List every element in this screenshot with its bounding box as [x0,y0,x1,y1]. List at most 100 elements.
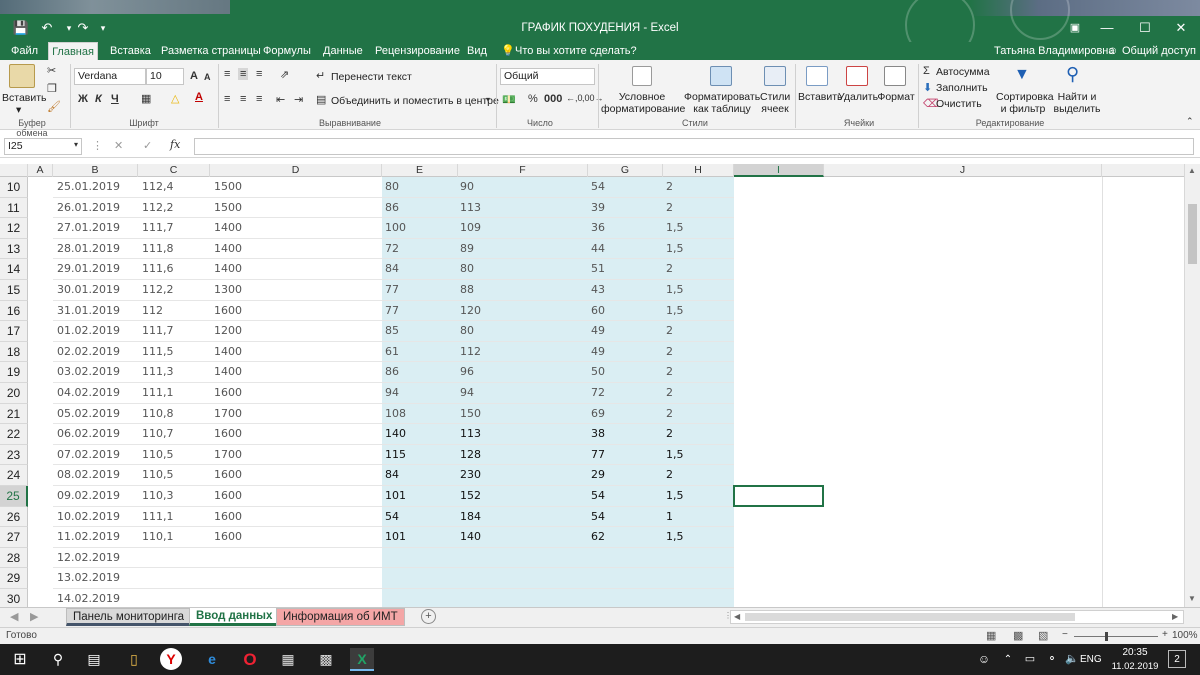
col-header-b[interactable]: B [53,164,138,177]
cell-c[interactable]: 111,3 [142,362,208,383]
cell-g[interactable]: 62 [591,527,661,548]
cell-d[interactable]: 1700 [214,445,374,466]
cell-d[interactable]: 1500 [214,177,374,198]
cell-c[interactable]: 110,5 [142,445,208,466]
cell-d[interactable]: 1600 [214,383,374,404]
row-header[interactable]: 18 [0,341,28,363]
cell-d[interactable]: 1400 [214,362,374,383]
cell-f[interactable]: 80 [460,259,586,280]
cell-g[interactable]: 43 [591,280,661,301]
cell-c[interactable]: 111,1 [142,507,208,528]
cell-d[interactable]: 1400 [214,259,374,280]
cell-d[interactable]: 1200 [214,321,374,342]
conditional-format-label-1[interactable]: Условное [601,91,683,103]
cell-g[interactable]: 38 [591,424,661,445]
cell-h[interactable]: 2 [666,404,732,425]
paste-dropdown-icon[interactable]: ▾ [16,104,21,116]
cell-g[interactable]: 49 [591,342,661,363]
cell-b[interactable]: 25.01.2019 [57,177,137,198]
cell-e[interactable]: 86 [385,362,455,383]
row-header[interactable]: 15 [0,280,28,301]
format-painter-icon[interactable]: 🖌 [47,100,61,113]
cell-f[interactable]: 96 [460,362,586,383]
cell-e[interactable] [385,548,455,569]
close-button[interactable]: ✕ [1166,19,1196,37]
cell-b[interactable]: 09.02.2019 [57,486,137,507]
comma-style-icon[interactable]: 000 [544,93,562,105]
name-box-dropdown-icon[interactable]: ▾ [74,140,78,149]
bold-button[interactable]: Ж [78,93,88,105]
tab-insert[interactable]: Вставка [110,42,151,60]
cell-styles-icon[interactable] [764,66,786,86]
cell-e[interactable]: 84 [385,465,455,486]
share-button[interactable]: Общий доступ [1122,42,1196,60]
page-break-view-icon[interactable]: ▧ [1038,629,1048,642]
cell-g[interactable]: 39 [591,198,661,219]
ribbon-display-icon[interactable]: ▣ [1060,19,1090,37]
search-icon[interactable]: ⚲ [46,648,70,671]
cell-b[interactable]: 28.01.2019 [57,239,137,260]
cell-c[interactable] [142,568,208,589]
cell-g[interactable]: 77 [591,445,661,466]
cell-e[interactable]: 80 [385,177,455,198]
excel-taskbar-icon[interactable]: X [350,648,374,671]
cell-h[interactable] [666,568,732,589]
sheet-tab-data-entry[interactable]: Ввод данных [189,608,280,626]
underline-button[interactable]: Ч [111,93,119,105]
normal-view-icon[interactable]: ▦ [986,629,996,642]
cell-g[interactable]: 29 [591,465,661,486]
cell-e[interactable]: 115 [385,445,455,466]
name-box[interactable]: I25 [4,138,82,155]
cell-b[interactable]: 31.01.2019 [57,301,137,322]
copy-icon[interactable]: ❐ [47,82,57,95]
sort-filter-icon[interactable]: ▼ [1014,66,1030,84]
cell-e[interactable]: 108 [385,404,455,425]
delete-cells-button[interactable]: Удалить [838,91,878,103]
paste-button[interactable]: Вставить [2,92,47,104]
cell-f[interactable]: 88 [460,280,586,301]
yandex-browser-icon[interactable]: Y [160,648,182,670]
align-right-icon[interactable]: ≡ [256,93,262,105]
decrease-indent-icon[interactable]: ⇤ [276,93,285,106]
next-sheet-icon[interactable]: ▶ [30,610,38,623]
cell-c[interactable]: 110,3 [142,486,208,507]
col-header-c[interactable]: C [138,164,210,177]
autosum-icon[interactable]: Σ [923,65,930,77]
language-indicator[interactable]: ENG [1080,654,1102,665]
cell-h[interactable]: 1,5 [666,280,732,301]
task-view-icon[interactable]: ▤ [82,648,106,671]
people-icon[interactable]: ☺ [972,648,996,671]
tab-page-layout[interactable]: Разметка страницы [161,42,261,60]
col-header-e[interactable]: E [382,164,458,177]
cell-h[interactable] [666,548,732,569]
sort-filter-label-1[interactable]: Сортировка [996,91,1054,103]
align-center-icon[interactable]: ≡ [240,93,246,105]
cell-b[interactable]: 06.02.2019 [57,424,137,445]
cell-e[interactable]: 140 [385,424,455,445]
col-header-h[interactable]: H [663,164,734,177]
hscroll-thumb[interactable] [745,613,1075,621]
find-icon[interactable]: ⚲ [1066,64,1079,85]
cell-f[interactable]: 94 [460,383,586,404]
cell-f[interactable] [460,589,586,607]
scroll-up-icon[interactable]: ▲ [1188,166,1196,175]
row-header[interactable]: 22 [0,424,28,445]
cell-h[interactable]: 2 [666,342,732,363]
find-select-label-2[interactable]: выделить [1052,103,1102,115]
cell-c[interactable]: 112 [142,301,208,322]
tab-file[interactable]: Файл [11,42,38,60]
sheet-tab-bmi-info[interactable]: Информация об ИМТ [276,608,405,626]
cell-b[interactable]: 13.02.2019 [57,568,137,589]
cell-c[interactable]: 112,4 [142,177,208,198]
zoom-in-icon[interactable]: + [1162,629,1168,640]
opera-icon[interactable]: O [238,648,262,671]
cell-g[interactable]: 54 [591,507,661,528]
tray-chevron-icon[interactable]: ⌃ [996,648,1020,671]
cell-g[interactable] [591,568,661,589]
cell-f[interactable] [460,548,586,569]
row-header[interactable]: 13 [0,238,28,260]
cell-b[interactable]: 12.02.2019 [57,548,137,569]
tab-home[interactable]: Главная [48,42,98,61]
wrap-text-icon[interactable]: ↵ [316,69,325,82]
cell-c[interactable]: 110,5 [142,465,208,486]
